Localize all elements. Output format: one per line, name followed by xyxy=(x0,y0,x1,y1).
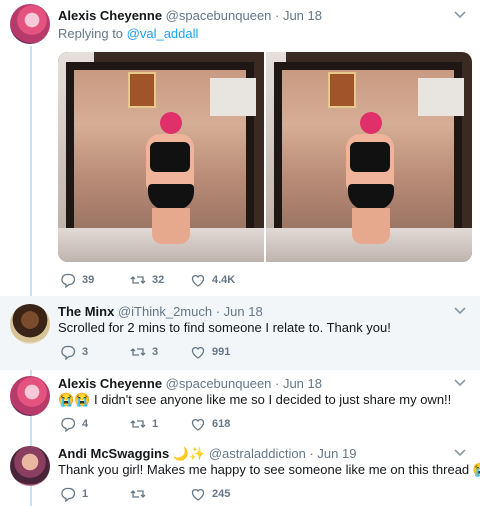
avatar[interactable] xyxy=(10,4,50,44)
tweet-text: Scrolled for 2 mins to find someone I re… xyxy=(58,320,391,335)
tweet-header: Alexis Cheyenne @spacebunqueen · Jun 18 xyxy=(58,376,322,392)
tweet-1[interactable]: Alexis Cheyenne @spacebunqueen · Jun 18 … xyxy=(0,0,480,296)
like-count: 618 xyxy=(212,418,231,430)
replying-to-label: Replying to xyxy=(58,26,127,41)
retweet-icon xyxy=(130,420,146,428)
reply-count: 4 xyxy=(82,418,89,430)
avatar[interactable] xyxy=(10,376,50,416)
reply-count: 1 xyxy=(82,488,89,500)
chevron-down-icon[interactable] xyxy=(454,448,466,460)
chevron-down-icon[interactable] xyxy=(454,306,466,318)
display-name[interactable]: Alexis Cheyenne xyxy=(58,8,162,23)
like-count: 4.4K xyxy=(212,274,236,286)
display-name[interactable]: The Minx xyxy=(58,304,114,319)
chevron-down-icon[interactable] xyxy=(454,378,466,390)
tweet-text: 😭😭 I didn't see anyone like me so I deci… xyxy=(58,392,452,407)
like-button[interactable]: 991 xyxy=(190,344,230,360)
reply-count: 3 xyxy=(82,346,89,358)
retweet-button[interactable]: 32 xyxy=(130,272,164,288)
heart-icon xyxy=(191,275,205,287)
retweet-icon xyxy=(130,348,146,356)
tweet-3[interactable]: Alexis Cheyenne @spacebunqueen · Jun 18 … xyxy=(0,370,480,436)
replying-to: Replying to @val_addall xyxy=(58,26,198,41)
retweet-button[interactable]: 1 xyxy=(130,416,158,432)
heart-icon xyxy=(191,419,205,431)
like-button[interactable]: 245 xyxy=(190,486,230,502)
reply-button[interactable]: 3 xyxy=(60,344,88,360)
handle-date: @spacebunqueen · Jun 18 xyxy=(165,8,322,23)
replying-to-handle[interactable]: @val_addall xyxy=(127,26,199,41)
tweet-2[interactable]: The Minx @iThink_2much · Jun 18 Scrolled… xyxy=(0,296,480,370)
retweet-icon xyxy=(130,276,146,284)
reply-icon xyxy=(61,487,76,502)
handle-date: @astraladdiction · Jun 19 xyxy=(208,446,357,461)
retweet-button[interactable]: 3 xyxy=(130,344,158,360)
reply-icon xyxy=(61,345,76,360)
retweet-count: 3 xyxy=(152,346,159,358)
like-button[interactable]: 618 xyxy=(190,416,230,432)
reply-button[interactable]: 39 xyxy=(60,272,94,288)
retweet-icon xyxy=(130,490,146,498)
reply-count: 39 xyxy=(82,274,95,286)
reply-icon xyxy=(61,273,76,288)
tweet-header: Alexis Cheyenne @spacebunqueen · Jun 18 xyxy=(58,8,322,24)
chevron-down-icon[interactable] xyxy=(454,10,466,22)
tweet-header: Andi McSwaggins 🌙✨ @astraladdiction · Ju… xyxy=(58,446,356,462)
tweet-text: Thank you girl! Makes me happy to see so… xyxy=(58,462,480,477)
mirror-selfie-photo-1[interactable] xyxy=(58,52,264,262)
photo-grid[interactable] xyxy=(58,52,472,262)
retweet-button[interactable] xyxy=(130,486,152,502)
display-name[interactable]: Andi McSwaggins 🌙✨ xyxy=(58,446,205,461)
heart-icon xyxy=(191,347,205,359)
handle-date: @iThink_2much · Jun 18 xyxy=(117,304,263,319)
reply-icon xyxy=(61,417,76,432)
mirror-selfie-photo-2[interactable] xyxy=(266,52,472,262)
display-name[interactable]: Alexis Cheyenne xyxy=(58,376,162,391)
avatar[interactable] xyxy=(10,446,50,486)
reply-button[interactable]: 4 xyxy=(60,416,88,432)
handle-date: @spacebunqueen · Jun 18 xyxy=(165,376,322,391)
like-count: 245 xyxy=(212,488,231,500)
tweet-4[interactable]: Andi McSwaggins 🌙✨ @astraladdiction · Ju… xyxy=(0,436,480,506)
retweet-count: 1 xyxy=(152,418,159,430)
like-button[interactable]: 4.4K xyxy=(190,272,235,288)
retweet-count: 32 xyxy=(152,274,165,286)
like-count: 991 xyxy=(212,346,231,358)
avatar[interactable] xyxy=(10,304,50,344)
reply-button[interactable]: 1 xyxy=(60,486,88,502)
heart-icon xyxy=(191,489,205,501)
tweet-header: The Minx @iThink_2much · Jun 18 xyxy=(58,304,263,320)
